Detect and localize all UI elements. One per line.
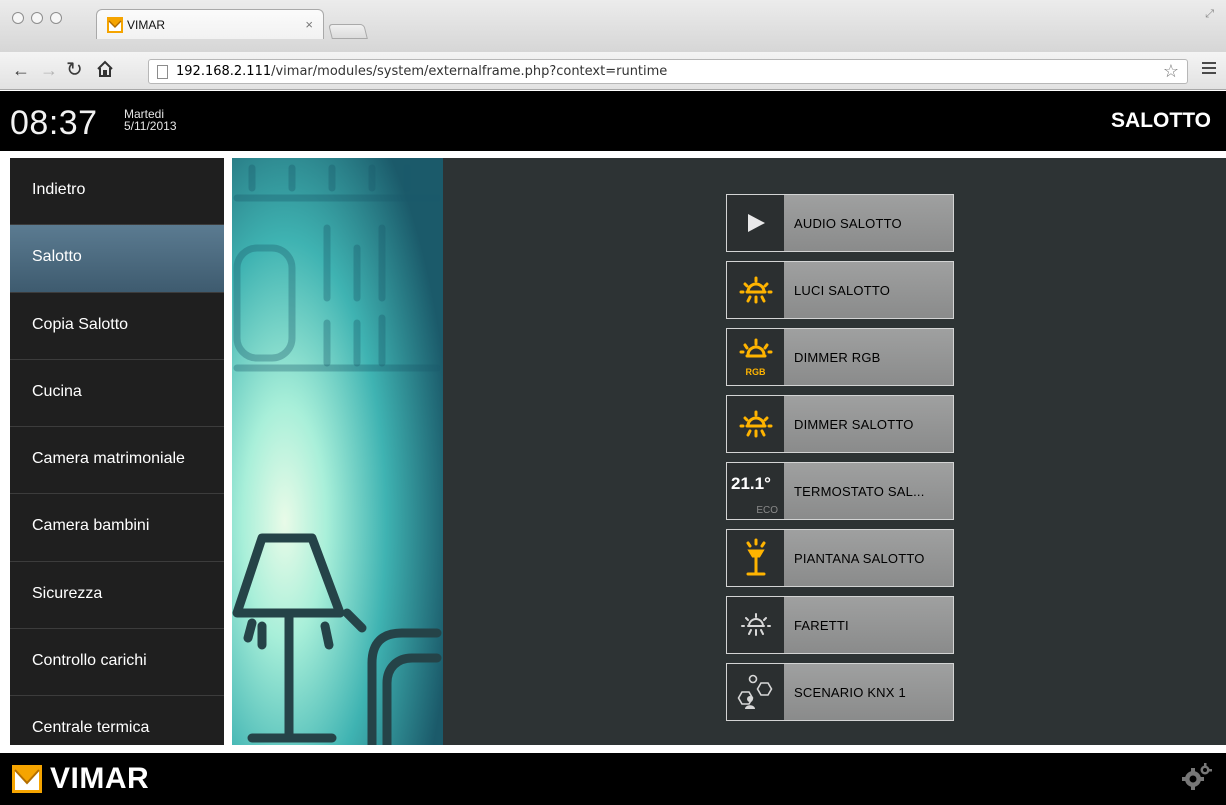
tab-title: VIMAR <box>127 17 166 32</box>
window-controls <box>12 12 62 24</box>
sidebar-item-label: Camera bambini <box>32 517 150 535</box>
sidebar-item-copia-salotto[interactable]: Copia Salotto <box>10 292 224 360</box>
vimar-app: 08:37 Martedi 5/11/2013 SALOTTO Indietro… <box>0 91 1226 805</box>
sidebar-item-controllo-carichi[interactable]: Controllo carichi <box>10 628 224 696</box>
device-button-audio-salotto[interactable]: AUDIO SALOTTO <box>726 194 954 252</box>
sidebar-item-label: Centrale termica <box>32 719 150 737</box>
sidebar-item-sicurezza[interactable]: Sicurezza <box>10 561 224 629</box>
sidebar-item-camera-bambini[interactable]: Camera bambini <box>10 494 224 562</box>
device-label: TERMOSTATO SAL... <box>794 483 925 499</box>
sidebar-item-label: Camera matrimoniale <box>32 450 185 468</box>
sidebar-item-label: Controllo carichi <box>32 651 147 669</box>
reload-icon[interactable]: ↻ <box>66 60 83 80</box>
device-button-faretti[interactable]: FARETTI <box>726 596 954 654</box>
device-panel: AUDIO SALOTTO LUCI SALOTTO RGB DIMMER RG… <box>443 158 1226 745</box>
temperature-value: 21.1° <box>731 474 771 493</box>
device-label: PIANTANA SALOTTO <box>794 550 925 566</box>
settings-gears-icon[interactable] <box>1182 763 1212 796</box>
thermostat-mode: ECO <box>756 505 778 516</box>
sidebar-item-centrale-termica[interactable]: Centrale termica <box>10 696 224 745</box>
address-bar[interactable]: 192.168.2.111/vimar/modules/system/exter… <box>148 59 1188 84</box>
sidebar-item-indietro[interactable]: Indietro <box>10 158 224 226</box>
device-label: SCENARIO KNX 1 <box>794 684 906 700</box>
device-label: FARETTI <box>794 617 849 633</box>
light-bulb-off-icon <box>740 613 771 636</box>
app-footer: VIMAR <box>0 753 1226 805</box>
sidebar-item-label: Indietro <box>32 181 86 199</box>
new-tab-button[interactable] <box>328 24 368 39</box>
floor-lamp-icon <box>746 538 765 576</box>
url-host: 192.168.2.111 <box>176 64 272 79</box>
thermostat-icon: 21.1° ECO <box>727 463 784 519</box>
url-path: /vimar/modules/system/externalframe.php?… <box>271 64 668 79</box>
vimar-logo: VIMAR <box>12 762 150 795</box>
clock-time: 08:37 <box>10 104 98 142</box>
device-button-scenario-knx-1[interactable]: SCENARIO KNX 1 <box>726 663 954 721</box>
fullscreen-icon[interactable]: ⤢ <box>1205 8 1214 21</box>
date-label: 5/11/2013 <box>124 119 177 133</box>
light-bulb-icon <box>739 276 772 304</box>
page-icon <box>157 64 168 79</box>
device-button-dimmer-rgb[interactable]: RGB DIMMER RGB <box>726 328 954 386</box>
browser-menu-icon[interactable] <box>1202 62 1216 77</box>
tab-close-icon[interactable]: × <box>305 17 313 32</box>
brand-name: VIMAR <box>50 762 150 795</box>
device-button-termostato-salotto[interactable]: 21.1° ECO TERMOSTATO SAL... <box>726 462 954 520</box>
home-icon[interactable] <box>96 60 114 82</box>
sidebar-item-label: Cucina <box>32 382 82 400</box>
device-label: LUCI SALOTTO <box>794 282 891 298</box>
device-label: DIMMER RGB <box>794 349 881 365</box>
minimize-window-button[interactable] <box>31 12 43 24</box>
device-button-piantana-salotto[interactable]: PIANTANA SALOTTO <box>726 529 954 587</box>
browser-tab[interactable]: VIMAR × <box>96 9 324 39</box>
room-sidebar: Indietro Salotto Copia Salotto Cucina Ca… <box>10 158 224 745</box>
forward-icon[interactable]: → <box>40 60 58 80</box>
app-header: 08:37 Martedi 5/11/2013 SALOTTO <box>0 91 1226 151</box>
scenario-icon <box>737 674 772 709</box>
sidebar-item-camera-matrimoniale[interactable]: Camera matrimoniale <box>10 427 224 495</box>
vimar-favicon-icon <box>107 16 123 33</box>
sidebar-item-label: Salotto <box>32 248 82 266</box>
sidebar-item-salotto[interactable]: Salotto <box>10 225 224 293</box>
room-illustration <box>232 158 443 745</box>
device-label: DIMMER SALOTTO <box>794 416 914 432</box>
browser-toolbar: ← → ↻ 192.168.2.111/vimar/modules/system… <box>0 52 1226 90</box>
date-block: Martedi 5/11/2013 <box>124 108 177 132</box>
zoom-window-button[interactable] <box>50 12 62 24</box>
sidebar-item-label: Sicurezza <box>32 584 103 602</box>
device-button-luci-salotto[interactable]: LUCI SALOTTO <box>726 261 954 319</box>
browser-titlebar: VIMAR × ⤢ <box>0 0 1226 52</box>
light-bulb-icon <box>739 410 772 438</box>
device-button-dimmer-salotto[interactable]: DIMMER SALOTTO <box>726 395 954 453</box>
back-icon[interactable]: ← <box>12 60 30 80</box>
room-title: SALOTTO <box>1111 109 1211 132</box>
close-window-button[interactable] <box>12 12 24 24</box>
vimar-logo-icon <box>12 765 42 793</box>
device-label: AUDIO SALOTTO <box>794 215 902 231</box>
bookmark-star-icon[interactable]: ☆ <box>1163 61 1179 82</box>
rgb-badge: RGB <box>745 367 766 377</box>
play-icon <box>747 214 765 232</box>
sidebar-item-label: Copia Salotto <box>32 315 129 333</box>
sidebar-item-cucina[interactable]: Cucina <box>10 359 224 427</box>
